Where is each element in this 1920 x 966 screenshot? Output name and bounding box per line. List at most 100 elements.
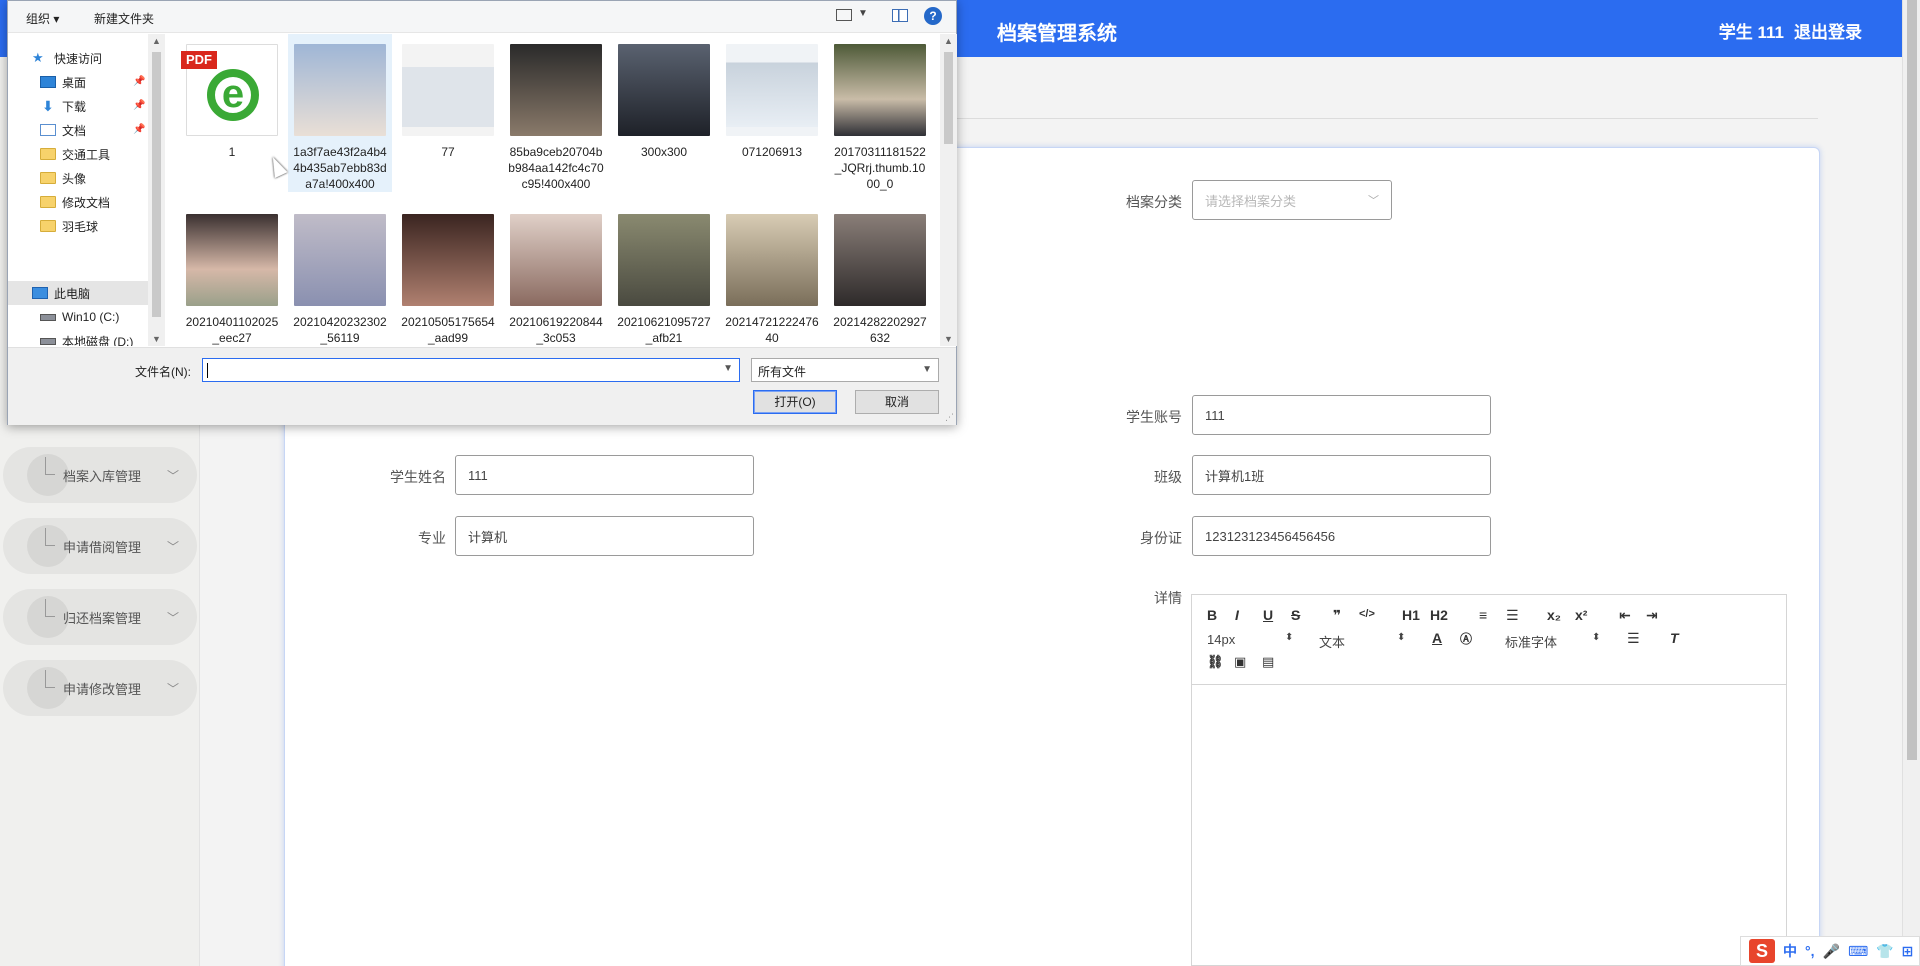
scroll-up-icon[interactable]: ▲ xyxy=(152,36,161,46)
major-input[interactable]: 计算机 xyxy=(455,516,754,556)
file-item[interactable]: 20210505175654_aad99 xyxy=(396,204,500,346)
file-list-scrollbar[interactable]: ▲ ▼ xyxy=(940,34,957,346)
sidebar-item-label: 档案入库管理 xyxy=(63,468,142,484)
file-item[interactable]: 85ba9ceb20704bb984aa142fc4c70c95!400x400 xyxy=(504,34,608,192)
navigation-pane: ★ 快速访问 桌面 📌 ⬇ 下载 📌 文档 📌 交通工具 头像 修改文档 羽毛球 此… xyxy=(8,34,148,346)
ime-punct[interactable]: °, xyxy=(1805,943,1815,959)
bold-button[interactable]: B xyxy=(1207,607,1217,623)
page-scrollbar-thumb[interactable] xyxy=(1907,0,1917,760)
outdent-button[interactable]: ⇤ xyxy=(1619,607,1631,624)
underline-button[interactable]: U xyxy=(1263,607,1273,623)
indent-button[interactable]: ⇥ xyxy=(1646,607,1658,624)
category-select[interactable]: 请选择档案分类 ﹀ xyxy=(1192,180,1392,220)
file-item[interactable]: 20210621095727_afb21 xyxy=(612,204,716,346)
h1-button[interactable]: H1 xyxy=(1402,607,1420,623)
file-item[interactable]: PDF e 1 xyxy=(180,34,284,160)
view-icon[interactable] xyxy=(836,9,852,21)
file-list-scrollbar-thumb[interactable] xyxy=(944,52,953,144)
nav-item-downloads[interactable]: ⬇ 下载 xyxy=(40,95,86,117)
nav-item-this-pc[interactable]: 此电脑 xyxy=(32,282,90,304)
image-thumbnail xyxy=(834,44,926,136)
bullet-list-button[interactable]: ☰ xyxy=(1506,607,1519,624)
nav-scrollbar-thumb[interactable] xyxy=(152,52,161,317)
file-item[interactable]: 1a3f7ae43f2a4b44b435ab7ebb83da7a!400x400 xyxy=(288,34,392,192)
nav-scrollbar[interactable]: ▲ ▼ xyxy=(148,34,165,346)
font-family-select[interactable]: 标准字体 xyxy=(1505,632,1557,651)
sidebar-item-modify-apply[interactable]: 申请修改管理 ﹀ xyxy=(3,660,197,716)
quote-button[interactable]: ❞ xyxy=(1333,607,1341,624)
text-type-select[interactable]: 文本 xyxy=(1319,632,1345,651)
align-icon[interactable]: ☰ xyxy=(1627,630,1640,647)
italic-button[interactable]: I xyxy=(1235,607,1239,623)
scroll-down-icon[interactable]: ▼ xyxy=(944,334,953,344)
editor-content[interactable] xyxy=(1192,685,1786,965)
code-button[interactable]: </> xyxy=(1359,608,1375,620)
desktop-icon xyxy=(40,76,56,88)
ordered-list-button[interactable]: ≡ xyxy=(1479,607,1487,623)
file-item[interactable]: 20210420232302_56119 xyxy=(288,204,392,346)
pdf-file-icon: PDF e xyxy=(181,44,278,136)
microphone-icon[interactable]: 🎤 xyxy=(1823,943,1840,960)
nav-item-drive-d[interactable]: 本地磁盘 (D:) xyxy=(40,330,133,346)
file-item[interactable]: 20210619220844_3c053 xyxy=(504,204,608,346)
clear-format-icon[interactable]: T xyxy=(1670,630,1679,646)
font-size-select[interactable]: 14px xyxy=(1207,632,1235,647)
name-input[interactable]: 111 xyxy=(455,455,754,495)
cancel-button[interactable]: 取消 xyxy=(855,390,939,414)
nav-item-folder-modify-docs[interactable]: 修改文档 xyxy=(40,191,110,213)
logout-link[interactable]: 退出登录 xyxy=(1794,18,1862,43)
subscript-button[interactable]: x₂ xyxy=(1547,607,1561,623)
file-item[interactable]: 071206913 xyxy=(720,34,824,160)
filename-input[interactable]: ▼ xyxy=(202,358,740,382)
class-input[interactable]: 计算机1班 xyxy=(1192,455,1491,495)
filetype-select[interactable]: 所有文件 ▼ xyxy=(751,358,939,382)
menu-grid-icon[interactable]: ⊞ xyxy=(1902,943,1914,960)
bg-color-icon[interactable]: Ⓐ xyxy=(1460,630,1472,647)
details-label: 详情 xyxy=(1154,590,1182,606)
nav-item-label: 下载 xyxy=(62,99,87,114)
image-icon[interactable]: ▣ xyxy=(1234,654,1246,670)
file-item[interactable]: 20170311181522_JQRrj.thumb.1000_0 xyxy=(828,34,932,192)
h2-button[interactable]: H2 xyxy=(1430,607,1448,623)
file-item[interactable]: 2021472122247640 xyxy=(720,204,824,346)
preview-pane-icon[interactable] xyxy=(892,9,908,22)
chevron-down-icon[interactable]: ▼ xyxy=(723,363,733,374)
nav-item-documents[interactable]: 文档 xyxy=(40,119,86,141)
sogou-logo-icon[interactable]: S xyxy=(1749,939,1775,963)
ime-mode[interactable]: 中 xyxy=(1783,941,1797,961)
skin-icon[interactable]: 👕 xyxy=(1876,943,1893,960)
page-scrollbar[interactable] xyxy=(1902,0,1920,966)
video-icon[interactable]: ▤ xyxy=(1262,654,1274,670)
file-item[interactable]: 77 xyxy=(396,34,500,160)
nav-item-desktop[interactable]: 桌面 xyxy=(40,71,86,93)
account-input[interactable]: 111 xyxy=(1192,395,1491,435)
font-family-arrows-icon: ⬍ xyxy=(1592,632,1601,643)
file-item[interactable]: 20214282202927632 xyxy=(828,204,932,346)
nav-item-folder-vehicles[interactable]: 交通工具 xyxy=(40,143,110,165)
nav-item-folder-badminton[interactable]: 羽毛球 xyxy=(40,215,98,237)
idcard-input[interactable]: 123123123456456456 xyxy=(1192,516,1491,556)
organize-button[interactable]: 组织 ▾ xyxy=(26,10,59,27)
nav-item-folder-avatar[interactable]: 头像 xyxy=(40,167,86,189)
superscript-button[interactable]: x² xyxy=(1575,607,1587,623)
nav-item-quick-access[interactable]: ★ 快速访问 xyxy=(32,47,102,69)
sidebar-item-return-archive[interactable]: 归还档案管理 ﹀ xyxy=(3,589,197,645)
nav-item-drive-c[interactable]: Win10 (C:) xyxy=(40,306,119,328)
scroll-down-icon[interactable]: ▼ xyxy=(152,334,161,344)
document-icon xyxy=(40,124,56,136)
file-item[interactable]: 20210401102025_eec27 xyxy=(180,204,284,346)
sidebar-item-archive-storage[interactable]: 档案入库管理 ﹀ xyxy=(3,447,197,503)
chevron-down-icon: ﹀ xyxy=(167,539,180,554)
help-icon[interactable]: ? xyxy=(924,7,942,25)
open-button[interactable]: 打开(O) xyxy=(753,390,837,414)
view-dropdown-icon[interactable]: ▼ xyxy=(858,8,868,19)
new-folder-button[interactable]: 新建文件夹 xyxy=(94,10,154,27)
sidebar-item-borrow-apply[interactable]: 申请借阅管理 ﹀ xyxy=(3,518,197,574)
file-item[interactable]: 300x300 xyxy=(612,34,716,160)
keyboard-icon[interactable]: ⌨ xyxy=(1848,943,1868,960)
resize-grip-icon[interactable]: ⋰ xyxy=(945,412,954,423)
font-color-icon[interactable]: A xyxy=(1432,630,1442,646)
scroll-up-icon[interactable]: ▲ xyxy=(944,36,953,46)
strike-button[interactable]: S xyxy=(1291,607,1300,623)
link-icon[interactable]: ⛓ xyxy=(1207,654,1224,670)
